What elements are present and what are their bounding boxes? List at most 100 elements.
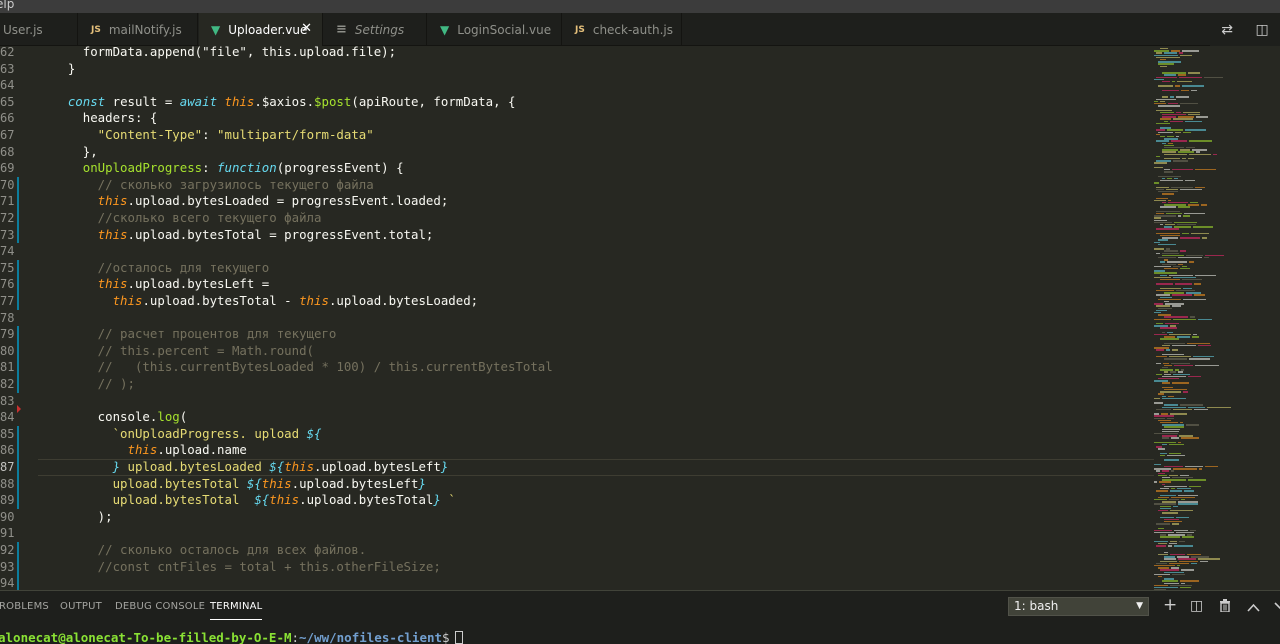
tab-output[interactable]: OUTPUT bbox=[60, 601, 102, 612]
terminal-select[interactable]: 1: bash ▼ bbox=[1008, 597, 1149, 616]
git-modified-indicator[interactable] bbox=[17, 575, 19, 590]
code-line[interactable]: headers: { bbox=[38, 110, 158, 127]
code-line[interactable]: "Content-Type": "multipart/form-data" bbox=[38, 127, 374, 144]
git-modified-indicator[interactable] bbox=[17, 558, 19, 576]
code-line[interactable]: this.upload.name bbox=[38, 442, 247, 459]
code-editor[interactable]: 62 63 64 65 66 67 68 69 70 71 72 73 74 75 76 77 78 79 80 81… bbox=[0, 46, 1280, 590]
minimap-line bbox=[1167, 261, 1187, 263]
code-line[interactable]: // расчет процентов для текущего bbox=[38, 326, 337, 343]
minimap-line bbox=[1180, 237, 1200, 239]
code-line[interactable]: }, bbox=[38, 144, 98, 161]
minimap-line bbox=[1156, 160, 1171, 162]
tab-mailnotify-js[interactable]: JS mailNotify.js bbox=[79, 13, 198, 46]
code-line[interactable]: this.upload.bytesLoaded = progressEvent.… bbox=[38, 193, 449, 210]
code-token: this bbox=[224, 93, 255, 109]
code-line[interactable]: // ); bbox=[38, 376, 135, 393]
git-modified-indicator[interactable] bbox=[17, 326, 19, 343]
code-token: result = bbox=[112, 93, 180, 109]
line-number: 93 bbox=[0, 559, 15, 574]
tab-debug-console[interactable]: DEBUG CONSOLE bbox=[115, 601, 205, 612]
menu-item-help[interactable]: elp bbox=[0, 0, 14, 11]
tab-problems[interactable]: ROBLEMS bbox=[0, 601, 49, 612]
git-modified-indicator[interactable] bbox=[17, 425, 19, 443]
tab-check-auth-js[interactable]: JS check-auth.js bbox=[563, 13, 682, 46]
minimap-line bbox=[1156, 283, 1173, 285]
git-modified-indicator[interactable] bbox=[17, 176, 19, 194]
maximize-panel-icon[interactable] bbox=[1247, 600, 1260, 616]
minimap-line bbox=[1160, 65, 1167, 67]
git-modified-indicator[interactable] bbox=[17, 276, 19, 293]
git-modified-indicator[interactable] bbox=[17, 376, 19, 393]
code-line[interactable]: onUploadProgress: function(progressEvent… bbox=[38, 160, 404, 177]
code-line[interactable]: this.upload.bytesLeft = bbox=[38, 276, 270, 293]
tab-terminal[interactable]: TERMINAL bbox=[210, 601, 263, 620]
add-terminal-icon[interactable]: + bbox=[1163, 595, 1177, 615]
minimap-line bbox=[1154, 499, 1167, 501]
git-modified-indicator[interactable] bbox=[17, 193, 19, 210]
git-modified-indicator[interactable] bbox=[17, 542, 19, 559]
minimap-line bbox=[1156, 362, 1161, 364]
code-area[interactable]: formData.append("file", this.upload.file… bbox=[38, 46, 1154, 590]
minimap[interactable] bbox=[1154, 46, 1280, 590]
tab-settings[interactable]: ≡ Settings bbox=[324, 13, 427, 46]
trash-icon[interactable] bbox=[1219, 599, 1231, 616]
git-modified-indicator[interactable] bbox=[17, 359, 19, 376]
line-number: 92 bbox=[0, 543, 15, 557]
git-modified-indicator[interactable] bbox=[17, 210, 19, 227]
code-line[interactable]: //осталось для текущего bbox=[38, 260, 270, 277]
code-line[interactable]: // (this.currentBytesLoaded * 100) / thi… bbox=[38, 359, 553, 376]
code-line[interactable]: const result = await this.$axios.$post(a… bbox=[38, 93, 516, 111]
compare-changes-icon[interactable]: ⇄ bbox=[1221, 22, 1233, 38]
git-modified-indicator[interactable] bbox=[17, 342, 19, 360]
minimap-line bbox=[1162, 353, 1184, 356]
split-editor-icon[interactable]: ◫ bbox=[1256, 22, 1269, 38]
minimap-line bbox=[1164, 74, 1176, 76]
code-line[interactable]: //сколько всего текущего файла bbox=[38, 210, 322, 227]
code-line[interactable]: //const cntFiles = total + this.otherFil… bbox=[38, 559, 441, 576]
minimap-line bbox=[1164, 250, 1178, 252]
code-line[interactable]: } bbox=[38, 61, 75, 78]
code-line[interactable]: } upload.bytesLoaded ${this.upload.bytes… bbox=[38, 459, 449, 476]
code-line[interactable]: this.upload.bytesTotal - this.upload.byt… bbox=[38, 293, 479, 310]
code-line[interactable]: // this.percent = Math.round( bbox=[38, 343, 314, 360]
git-modified-indicator[interactable] bbox=[17, 226, 19, 244]
terminal-cursor[interactable] bbox=[454, 631, 463, 644]
git-modified-indicator[interactable] bbox=[17, 442, 19, 459]
minimap-line bbox=[1154, 481, 1157, 483]
minimap-line bbox=[1167, 177, 1172, 180]
minimap-line bbox=[1187, 554, 1201, 556]
minimap-line bbox=[1162, 424, 1184, 426]
code-line[interactable]: // сколько загрузилось текущего файла bbox=[38, 177, 374, 194]
tab-loginsocial-vue[interactable]: ▼ LoginSocial.vue bbox=[428, 13, 562, 46]
close-panel-icon[interactable] bbox=[1274, 600, 1280, 616]
code-line[interactable]: `onUploadProgress. upload ${ bbox=[38, 426, 322, 443]
minimap-line bbox=[1160, 48, 1168, 50]
git-modified-indicator[interactable] bbox=[17, 475, 19, 493]
minimap-line bbox=[1167, 455, 1185, 457]
minimap-line bbox=[1158, 378, 1179, 380]
git-modified-indicator[interactable] bbox=[17, 492, 19, 509]
code-line[interactable]: ); bbox=[38, 509, 113, 526]
code-line[interactable]: console.log( bbox=[38, 409, 188, 426]
minimap-line bbox=[1204, 76, 1223, 78]
minimap-line bbox=[1160, 505, 1171, 507]
code-line[interactable]: upload.bytesTotal ${this.upload.bytesTot… bbox=[38, 492, 456, 509]
tab-uploader-vue[interactable]: ▼ Uploader.vue ✕ bbox=[199, 13, 323, 47]
git-modified-indicator[interactable] bbox=[17, 259, 19, 277]
code-line[interactable]: formData.append("file", this.upload.file… bbox=[38, 46, 396, 61]
code-line[interactable]: this.upload.bytesTotal = progressEvent.t… bbox=[38, 227, 434, 244]
breakpoint-icon[interactable] bbox=[17, 405, 21, 414]
minimap-line bbox=[1158, 393, 1164, 395]
code-line[interactable]: upload.bytesTotal ${this.upload.bytesLef… bbox=[38, 476, 426, 493]
code-line[interactable]: // сколько осталось для всех файлов. bbox=[38, 542, 367, 559]
git-modified-indicator[interactable] bbox=[17, 293, 19, 310]
tab-user-js[interactable]: User.js bbox=[0, 13, 78, 46]
minimap-line bbox=[1156, 210, 1180, 213]
minimap-line bbox=[1160, 279, 1180, 281]
terminal[interactable]: alonecat@alonecat-To-be-filled-by-O-E-M:… bbox=[0, 622, 1280, 644]
git-modified-indicator[interactable] bbox=[17, 459, 19, 476]
split-terminal-icon[interactable]: ◫ bbox=[1190, 598, 1203, 614]
close-icon[interactable]: ✕ bbox=[301, 21, 312, 36]
minimap-line bbox=[1180, 474, 1189, 477]
minimap-line bbox=[1169, 274, 1193, 276]
